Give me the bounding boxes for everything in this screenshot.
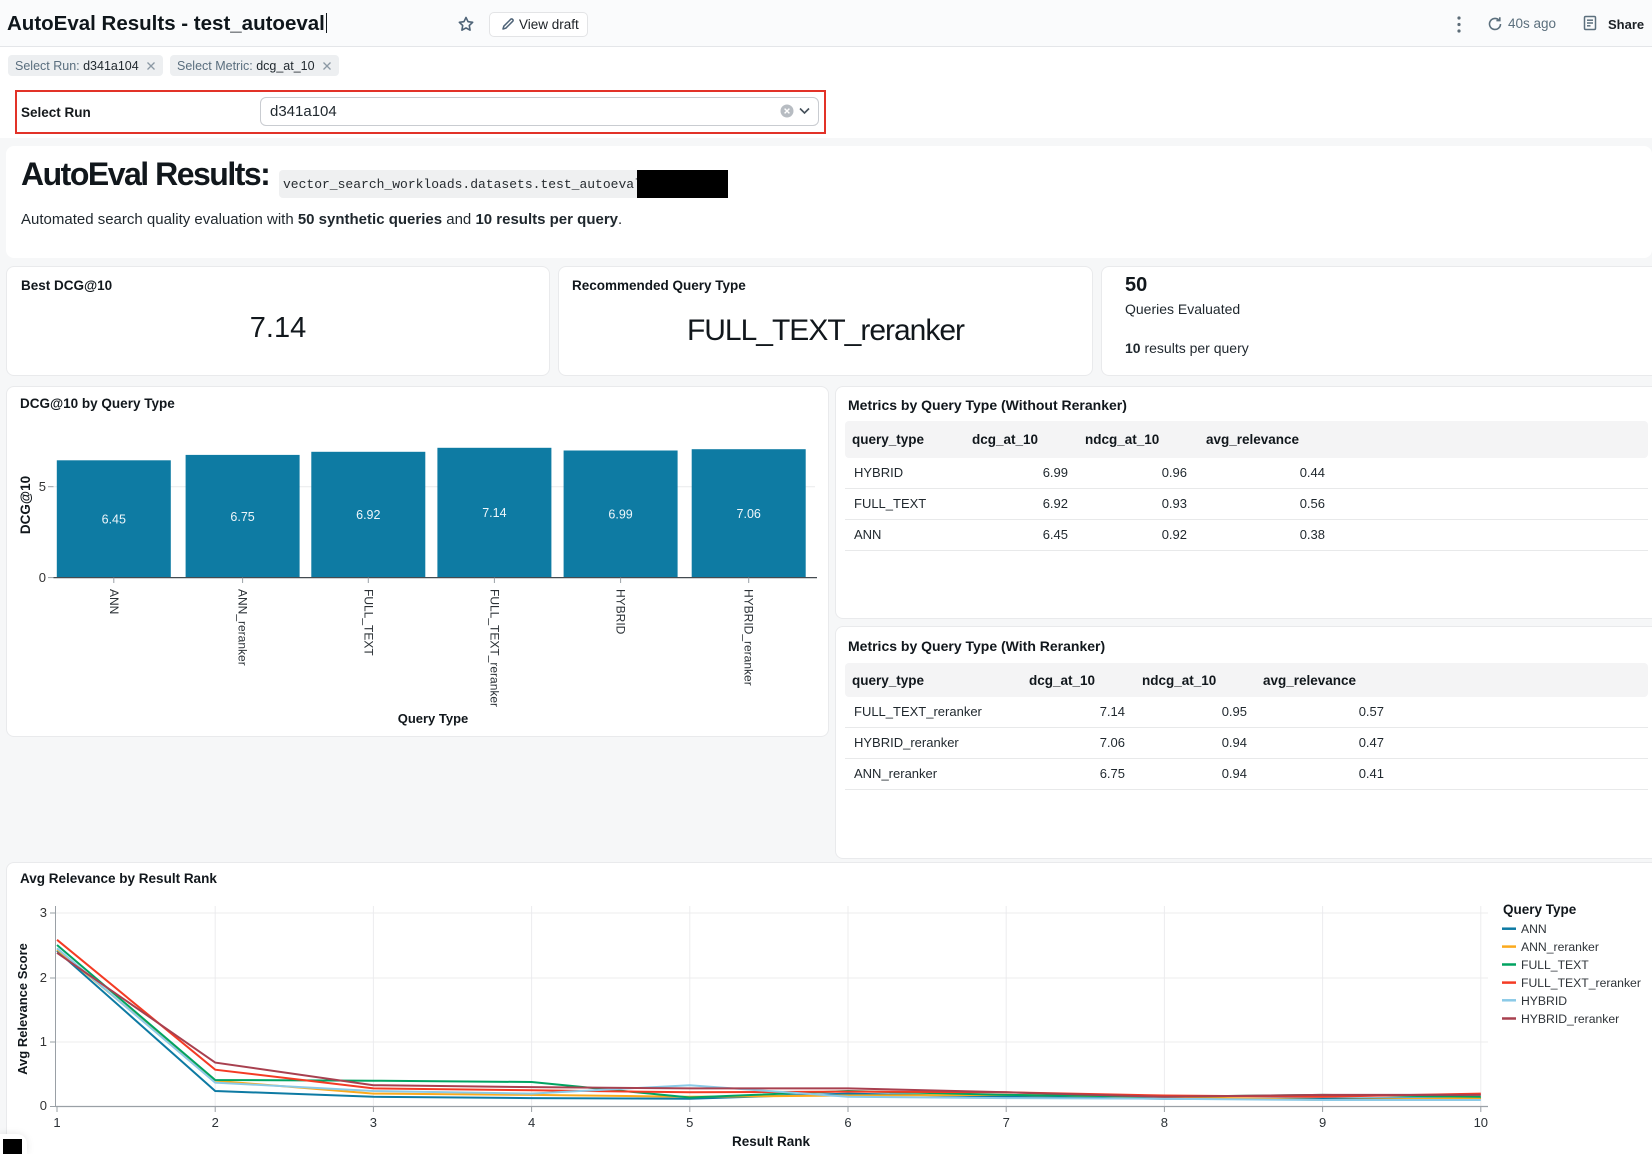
- svg-text:DCG@10: DCG@10: [18, 476, 33, 534]
- svg-text:ANN_reranker: ANN_reranker: [1521, 940, 1599, 954]
- svg-text:HYBRID: HYBRID: [1521, 994, 1567, 1008]
- svg-text:7.06: 7.06: [737, 507, 761, 521]
- svg-text:5: 5: [39, 479, 46, 494]
- svg-text:9: 9: [1319, 1115, 1326, 1130]
- svg-text:Avg Relevance by Result Rank: Avg Relevance by Result Rank: [20, 871, 217, 886]
- svg-text:ANN: ANN: [1521, 922, 1547, 936]
- svg-text:DCG@10 by Query Type: DCG@10 by Query Type: [20, 396, 175, 411]
- svg-text:1: 1: [40, 1034, 47, 1049]
- svg-text:Query Type: Query Type: [1503, 902, 1577, 917]
- svg-text:Avg Relevance Score: Avg Relevance Score: [15, 943, 30, 1075]
- svg-text:HYBRID: HYBRID: [614, 589, 628, 635]
- svg-text:1: 1: [53, 1115, 60, 1130]
- svg-text:5: 5: [686, 1115, 693, 1130]
- svg-text:6: 6: [844, 1115, 851, 1130]
- svg-text:3: 3: [40, 905, 47, 920]
- svg-text:FULL_TEXT: FULL_TEXT: [361, 589, 375, 656]
- svg-text:ANN: ANN: [107, 589, 121, 614]
- svg-text:3: 3: [370, 1115, 377, 1130]
- svg-text:FULL_TEXT_reranker: FULL_TEXT_reranker: [1521, 976, 1641, 990]
- svg-text:6.99: 6.99: [608, 508, 632, 522]
- svg-text:6.45: 6.45: [102, 513, 126, 527]
- svg-text:HYBRID_reranker: HYBRID_reranker: [1521, 1012, 1619, 1026]
- svg-text:7.14: 7.14: [482, 506, 506, 520]
- svg-text:6.75: 6.75: [230, 510, 254, 524]
- svg-text:Result Rank: Result Rank: [732, 1134, 811, 1149]
- svg-text:ANN_reranker: ANN_reranker: [236, 589, 250, 666]
- svg-text:4: 4: [528, 1115, 535, 1130]
- svg-text:FULL_TEXT: FULL_TEXT: [1521, 958, 1589, 972]
- svg-text:0: 0: [39, 570, 46, 585]
- svg-text:FULL_TEXT_reranker: FULL_TEXT_reranker: [487, 589, 501, 707]
- svg-text:HYBRID_reranker: HYBRID_reranker: [742, 589, 756, 686]
- svg-text:8: 8: [1161, 1115, 1168, 1130]
- svg-text:10: 10: [1474, 1115, 1488, 1130]
- svg-text:Query Type: Query Type: [398, 711, 469, 726]
- svg-text:0: 0: [40, 1098, 47, 1113]
- svg-text:7: 7: [1003, 1115, 1010, 1130]
- svg-text:6.92: 6.92: [356, 508, 380, 522]
- svg-text:2: 2: [212, 1115, 219, 1130]
- svg-text:2: 2: [40, 970, 47, 985]
